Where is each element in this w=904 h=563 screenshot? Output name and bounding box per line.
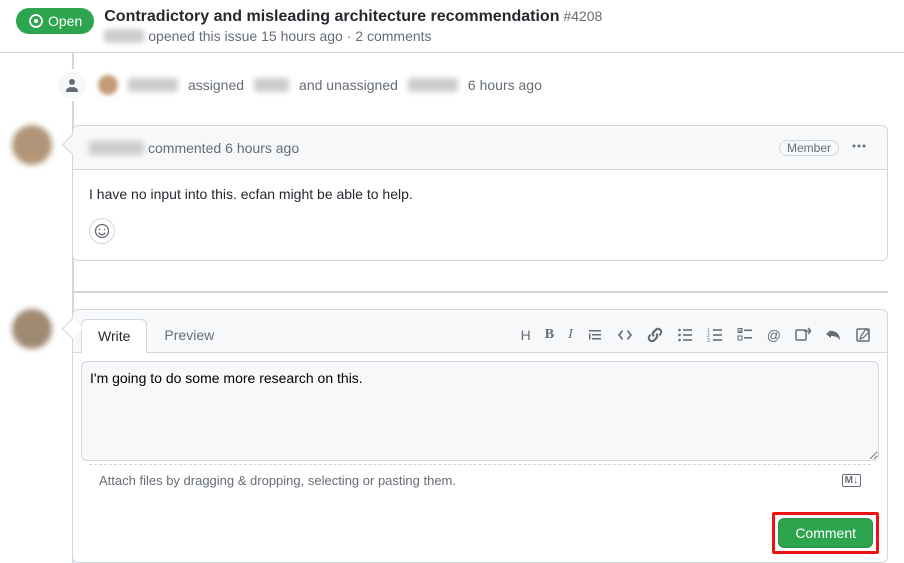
issue-open-icon: [28, 13, 44, 29]
attach-hint-bar[interactable]: Attach files by dragging & dropping, sel…: [89, 464, 871, 496]
issue-number: #4208: [563, 8, 602, 24]
formatting-toolbar: H B I 123 @: [521, 327, 879, 343]
kebab-icon[interactable]: [847, 134, 871, 161]
code-icon[interactable]: [617, 327, 633, 343]
heading-icon[interactable]: H: [521, 327, 531, 343]
comment: commented 6 hours ago Member I have no i…: [72, 125, 888, 261]
tab-preview[interactable]: Preview: [147, 318, 231, 352]
mention-icon[interactable]: @: [767, 327, 781, 343]
smiley-icon: [94, 223, 110, 239]
comment-time[interactable]: 6 hours ago: [225, 140, 299, 156]
compose-tabs: Write Preview H B I 123 @: [73, 310, 887, 353]
comment-button-highlight: Comment: [772, 512, 879, 554]
ul-icon[interactable]: [677, 327, 693, 343]
opened-meta-text: opened this issue 15 hours ago · 2 comme…: [148, 28, 431, 44]
tasklist-icon[interactable]: [737, 327, 753, 343]
tab-write[interactable]: Write: [81, 319, 147, 353]
attach-hint-text: Attach files by dragging & dropping, sel…: [99, 473, 456, 488]
saved-replies-icon[interactable]: [855, 327, 871, 343]
comment-header: commented 6 hours ago Member: [73, 126, 887, 170]
member-badge: Member: [779, 140, 839, 156]
reply-icon[interactable]: [825, 327, 841, 343]
author-name[interactable]: [104, 29, 144, 43]
person-icon: [64, 77, 80, 93]
ol-icon[interactable]: 123: [707, 327, 723, 343]
avatar[interactable]: [98, 75, 118, 95]
unassigned-text: and unassigned: [299, 77, 398, 93]
svg-text:3: 3: [707, 338, 710, 343]
issue-meta: opened this issue 15 hours ago · 2 comme…: [104, 28, 888, 44]
issue-header: Open Contradictory and misleading archit…: [0, 0, 904, 53]
commenter-name[interactable]: [89, 141, 144, 155]
avatar[interactable]: [12, 309, 52, 349]
avatar[interactable]: [12, 125, 52, 165]
italic-icon[interactable]: I: [568, 327, 573, 343]
assigned-text: assigned: [188, 77, 244, 93]
status-badge: Open: [16, 8, 94, 34]
cross-reference-icon[interactable]: [795, 327, 811, 343]
bold-icon[interactable]: B: [545, 327, 554, 343]
comment-body: I have no input into this. ecfan might b…: [73, 170, 887, 218]
link-icon[interactable]: [647, 327, 663, 343]
compose-area: Write Preview H B I 123 @: [72, 291, 888, 563]
markdown-icon[interactable]: M↓: [842, 474, 861, 487]
person-icon-badge: [56, 69, 88, 101]
issue-title: Contradictory and misleading architectur…: [104, 8, 559, 25]
timeline-event-assign: assigned and unassigned 6 hours ago: [72, 53, 888, 117]
status-text: Open: [48, 13, 82, 29]
add-reaction-button[interactable]: [89, 218, 115, 244]
actor-name[interactable]: [128, 78, 178, 92]
unassignee-name[interactable]: [408, 78, 458, 92]
comment-textarea[interactable]: [81, 361, 879, 461]
assignee-name[interactable]: [254, 78, 289, 92]
event-time: 6 hours ago: [468, 77, 542, 93]
quote-icon[interactable]: [587, 327, 603, 343]
comment-action: commented: [148, 140, 221, 156]
